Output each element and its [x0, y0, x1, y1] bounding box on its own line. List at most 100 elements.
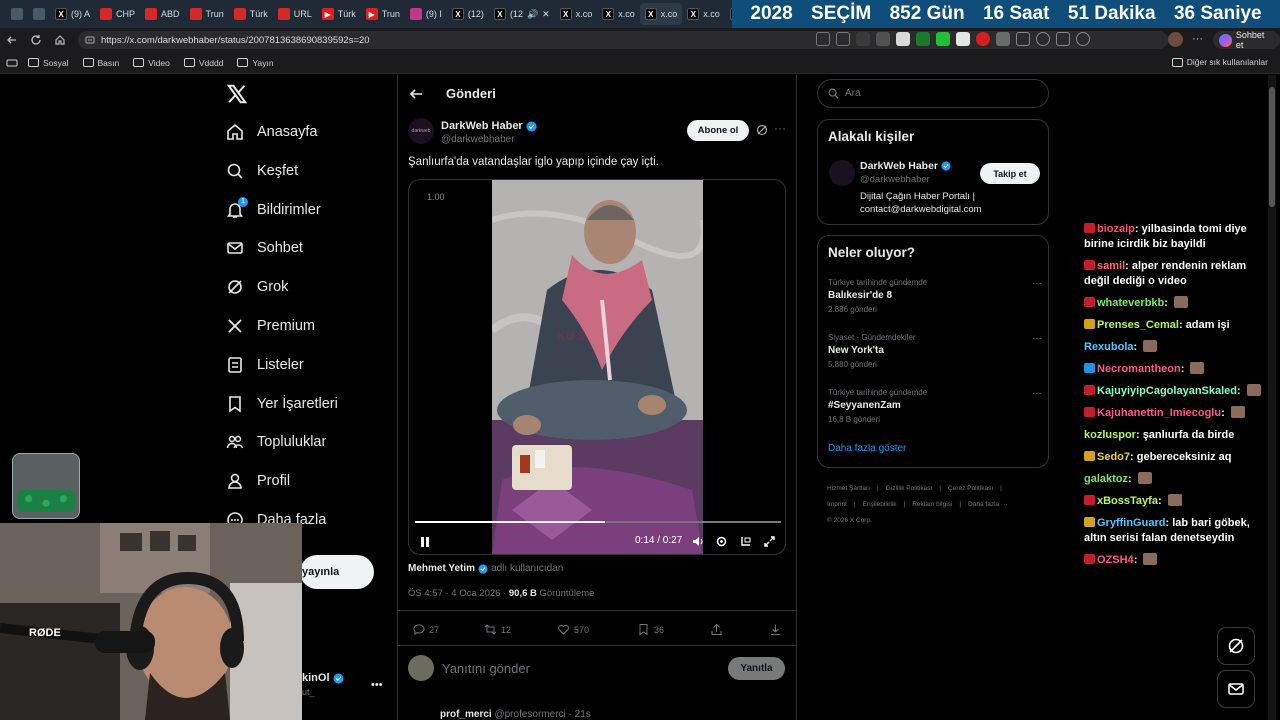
settings-gear-icon[interactable] [715, 535, 728, 548]
bookmark-folder[interactable]: Sosyal [28, 58, 69, 68]
tab-audio-icon[interactable]: 🔊 [527, 9, 538, 20]
back-arrow-icon[interactable] [408, 86, 424, 102]
bookmark-folder[interactable]: Video [133, 58, 170, 68]
reading-list-icon[interactable] [6, 58, 18, 68]
reply-action[interactable]: 27 [412, 623, 439, 636]
follow-button[interactable]: Takip et [980, 163, 1040, 184]
repost-action[interactable]: 12 [484, 623, 511, 636]
tagged-user[interactable]: Mehmet Yetim [408, 563, 475, 574]
browser-tab[interactable]: ▶ Türk [317, 3, 361, 25]
bookmark-folder[interactable]: Vdddd [183, 58, 223, 68]
profile-avatar[interactable] [1168, 32, 1183, 47]
trend-more-icon[interactable]: ··· [1032, 333, 1042, 344]
video-progress-bar[interactable] [415, 521, 781, 523]
refresh-button[interactable] [24, 28, 48, 52]
account-switcher[interactable]: kinOl [302, 672, 344, 684]
nav-item-communities[interactable]: Topluluklar [226, 433, 326, 451]
footer-link[interactable]: Daha fazla ··· [968, 501, 1007, 508]
download-action[interactable] [769, 623, 782, 636]
browser-tab[interactable] [6, 3, 28, 25]
pause-icon[interactable] [419, 536, 431, 548]
nav-item-bell[interactable]: 1 Bildirimler [226, 196, 321, 219]
reply-button[interactable]: Yanıtla [728, 657, 785, 680]
trend-more-icon[interactable]: ··· [1032, 278, 1042, 289]
browser-tab[interactable]: X (12) [447, 3, 489, 25]
nav-item-mail[interactable]: Sohbet [226, 239, 303, 257]
browser-tab[interactable]: ABD [140, 3, 185, 25]
tab-close-icon[interactable]: ✕ [542, 9, 550, 20]
browser-tab[interactable]: X (9) A [50, 3, 95, 25]
video-frame[interactable]: KU S [492, 180, 703, 554]
trend-item[interactable]: Türkiye tarihinde gündemde #SeyyanenZam 16… [828, 388, 1042, 424]
back-button[interactable] [0, 28, 24, 52]
post-button[interactable]: yayınla [300, 555, 374, 589]
extension-7-icon[interactable] [996, 32, 1010, 46]
reply-input[interactable]: Yanıtını gönder [442, 661, 530, 676]
extension-3-icon[interactable] [916, 32, 930, 46]
messages-float-button[interactable] [1217, 670, 1255, 708]
author-avatar[interactable]: darkweb [408, 118, 434, 144]
other-bookmarks[interactable]: Diğer sık kullanılanlar [1171, 57, 1268, 67]
related-name-link[interactable]: DarkWeb Haber [860, 160, 951, 172]
subscribe-button[interactable]: Abone ol [687, 120, 749, 141]
nav-item-bookmark[interactable]: Yer İşaretleri [226, 395, 338, 413]
browser-tab[interactable]: X (12 🔊 ✕ [489, 3, 555, 25]
grok-float-button[interactable] [1217, 627, 1255, 665]
bookmark-folder[interactable]: Yayın [237, 58, 274, 68]
home-button[interactable] [48, 28, 72, 52]
browser-tab[interactable]: URL [273, 3, 317, 25]
extension-5-icon[interactable] [956, 32, 970, 46]
account-more-icon[interactable]: ••• [371, 679, 383, 691]
bookmark-folder[interactable]: Basın [82, 58, 119, 68]
like-action[interactable]: 570 [557, 623, 589, 636]
extension-2-icon[interactable] [896, 32, 910, 46]
related-avatar[interactable] [829, 160, 855, 186]
author-handle[interactable]: @darkwebhaber [441, 134, 515, 145]
scrollbar-thumb[interactable] [1269, 87, 1275, 207]
copilot-button[interactable]: Sohbet et [1213, 30, 1280, 50]
extensions-puzzle-icon[interactable] [1036, 32, 1050, 46]
browser-tab[interactable]: Trun [185, 3, 229, 25]
grok-icon[interactable] [756, 124, 768, 136]
footer-link[interactable]: Çerez Politikası [948, 485, 993, 492]
footer-link[interactable]: Reklam bilgisi [912, 501, 952, 508]
show-more-link[interactable]: Daha fazla göster [828, 443, 906, 454]
author-name-link[interactable]: DarkWeb Haber [441, 120, 537, 132]
read-aloud-icon[interactable] [836, 32, 850, 46]
app-available-icon[interactable] [816, 32, 830, 46]
browser-tab[interactable]: Xx.co [682, 3, 725, 25]
split-screen-icon[interactable] [1016, 32, 1030, 46]
browser-essentials-icon[interactable] [1076, 32, 1090, 46]
browser-tab[interactable] [28, 3, 50, 25]
post-time[interactable]: ÖS 4:57 · 4 Oca 2026 · [408, 588, 506, 599]
more-options-icon[interactable]: ··· [774, 121, 786, 135]
fullscreen-icon[interactable] [763, 535, 776, 548]
nav-item-list[interactable]: Listeler [226, 356, 304, 374]
nav-item-x-premium[interactable]: Premium [226, 317, 315, 335]
next-reply-author[interactable]: prof_merci [440, 709, 492, 720]
search-input[interactable]: Ara [817, 79, 1049, 108]
share-action[interactable] [710, 623, 723, 636]
favorites-star-icon[interactable] [856, 32, 870, 46]
extension-1-icon[interactable] [876, 32, 890, 46]
trend-item[interactable]: Siyaset · Gündemdekiler New York'ta 5.880 … [828, 333, 1042, 369]
volume-icon[interactable] [691, 535, 704, 548]
footer-link[interactable]: Hizmet Şartları [827, 485, 870, 492]
browser-tab[interactable]: Xx.co [597, 3, 640, 25]
browser-tab[interactable]: ▶ Trun [361, 3, 405, 25]
extension-4-icon[interactable] [936, 32, 950, 46]
pip-icon[interactable] [739, 535, 752, 548]
page-scrollbar[interactable] [1268, 75, 1276, 720]
trend-item[interactable]: Türkiye tarihinde gündemde Balıkesir'de 8… [828, 278, 1042, 314]
nav-item-search[interactable]: Keşfet [226, 162, 298, 180]
footer-link[interactable]: Imprint [827, 501, 847, 508]
extension-6-icon[interactable] [976, 32, 990, 46]
nav-item-home[interactable]: Anasayfa [226, 123, 317, 141]
footer-link[interactable]: © 2026 X Corp. [827, 517, 872, 524]
browser-tab[interactable]: Türk [229, 3, 273, 25]
browser-tab[interactable]: (9) I [405, 3, 447, 25]
footer-link[interactable]: Gizlilik Politikası [886, 485, 933, 492]
nav-item-grok[interactable]: Grok [226, 278, 288, 296]
footer-link[interactable]: Erişilebilirlik [863, 501, 897, 508]
nav-item-person[interactable]: Profil [226, 472, 290, 490]
